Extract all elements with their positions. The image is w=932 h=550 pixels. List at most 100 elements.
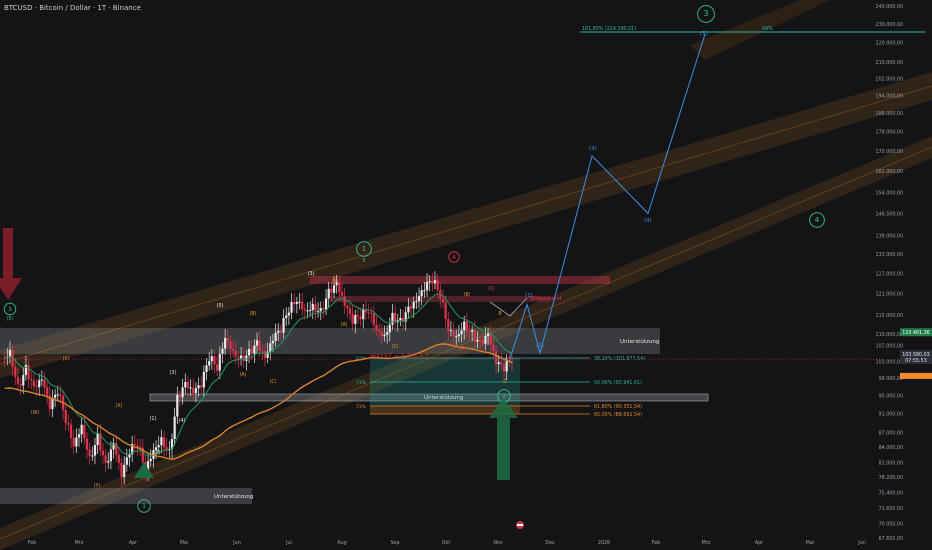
candle-body (449, 330, 453, 332)
event-flag-icon-mark (517, 524, 523, 526)
price-tick-label: 146.500,00 (876, 211, 903, 217)
candle-body (298, 301, 301, 303)
candle-body (407, 306, 410, 313)
candle-body (457, 334, 460, 337)
wave-label: (1) (149, 416, 156, 422)
price-tick-label: 210.000,00 (876, 60, 903, 66)
price-tick-label: 72.650,00 (879, 506, 903, 512)
support-zone-main (0, 328, 660, 354)
candle-body (420, 290, 423, 297)
candle-body (394, 312, 397, 323)
candle-body (500, 362, 503, 365)
candle-body (348, 308, 352, 314)
btc-price-chart[interactable]: UnterstützungUnterstützungUnterstützungW… (0, 0, 932, 550)
candle-body (226, 337, 229, 342)
price-tick-label: 115.000,00 (876, 313, 903, 319)
candle-body (139, 446, 142, 448)
candle-body (83, 424, 86, 439)
candle-body (64, 410, 67, 424)
wave-label: (C) (458, 346, 465, 352)
time-tick-label: Feb (28, 540, 37, 546)
price-tick-label: 110.000,00 (876, 332, 903, 338)
price-tick-label: 170.000,00 (876, 149, 903, 155)
price-tick-label: 67.650,00 (879, 536, 903, 542)
candle-body (210, 356, 213, 362)
candle-body (88, 449, 91, 456)
candle-body (362, 309, 365, 320)
wave-label: 3 (8, 307, 12, 313)
fib-49-label: 49% (762, 26, 773, 32)
candle-body (484, 335, 487, 344)
candle-body (486, 333, 490, 336)
candle-body (22, 375, 25, 386)
projection-label: (2) (536, 343, 544, 349)
candle-body (383, 334, 386, 337)
fib-500-label: 50,00% (95.941,61) (594, 380, 642, 386)
price-tick-label: 78.200,00 (879, 475, 903, 481)
candle-body (56, 394, 59, 396)
time-tick-label: Aug (337, 540, 346, 546)
candle-body (54, 394, 57, 398)
candle-body (133, 444, 136, 446)
candle-body (425, 281, 429, 291)
wave-label: B (498, 311, 501, 317)
candle-body (399, 317, 402, 321)
candle-body (72, 438, 75, 447)
candle-body (247, 349, 251, 356)
candle-body (301, 301, 304, 310)
candle-body (186, 382, 190, 389)
candle-body (216, 364, 219, 371)
price-tick-label: 87.000,00 (879, 430, 903, 436)
candle-body (444, 302, 447, 320)
candle-body (293, 301, 296, 305)
candle-body (160, 437, 163, 446)
candle-body (234, 350, 237, 357)
candle-body (109, 449, 113, 462)
candle-body (24, 364, 28, 376)
time-tick-label: Sep (390, 540, 399, 546)
fib-618-label: 61,80% (90.351,54) (594, 404, 642, 410)
projection-label: (1) (525, 293, 533, 299)
wave-label: (W) (31, 410, 40, 416)
candle-body (460, 330, 463, 335)
candle-body (91, 455, 94, 457)
price-tick-label: 81.000,00 (879, 460, 903, 466)
candle-body (107, 461, 110, 463)
candle-body (479, 339, 482, 341)
candle-body (189, 387, 192, 389)
candle-body (75, 437, 78, 447)
price-tag-timer-text: 07:55:53 (905, 358, 927, 364)
price-tick-label: 162.000,00 (876, 169, 903, 175)
candle-body (30, 379, 33, 381)
candle-body (502, 364, 506, 372)
candle-body (176, 394, 179, 417)
candle-body (417, 296, 421, 302)
price-tick-label: 70.050,00 (879, 521, 903, 527)
candle-body (322, 308, 325, 310)
candle-body (468, 331, 471, 333)
wave-label: (B) (249, 311, 256, 317)
fib-382-label: 38,20% (101.877,54) (594, 356, 645, 362)
wave-label: (B) (463, 292, 470, 298)
candle-body (269, 343, 272, 352)
candle-body (274, 332, 277, 341)
wave-label: (X) (115, 403, 122, 409)
time-tick-label: Apr (129, 540, 137, 546)
wave-label: (5) (216, 303, 223, 309)
projection-label: (5) (700, 31, 708, 37)
candle-body (173, 416, 176, 440)
candle-body (370, 312, 373, 314)
candle-body (471, 330, 474, 332)
candle-body (423, 290, 426, 292)
candle-body (93, 445, 97, 456)
candle-body (32, 380, 35, 387)
candle-body (319, 308, 322, 312)
resistance-zone-top (310, 276, 610, 284)
candle-body (447, 319, 450, 331)
candle-body (218, 353, 221, 371)
candle-body (494, 351, 498, 364)
price-tick-label: 133.000,00 (876, 252, 903, 258)
candle-body (367, 312, 370, 314)
price-tick-label: 220.000,00 (876, 41, 903, 47)
candle-body (343, 295, 346, 306)
